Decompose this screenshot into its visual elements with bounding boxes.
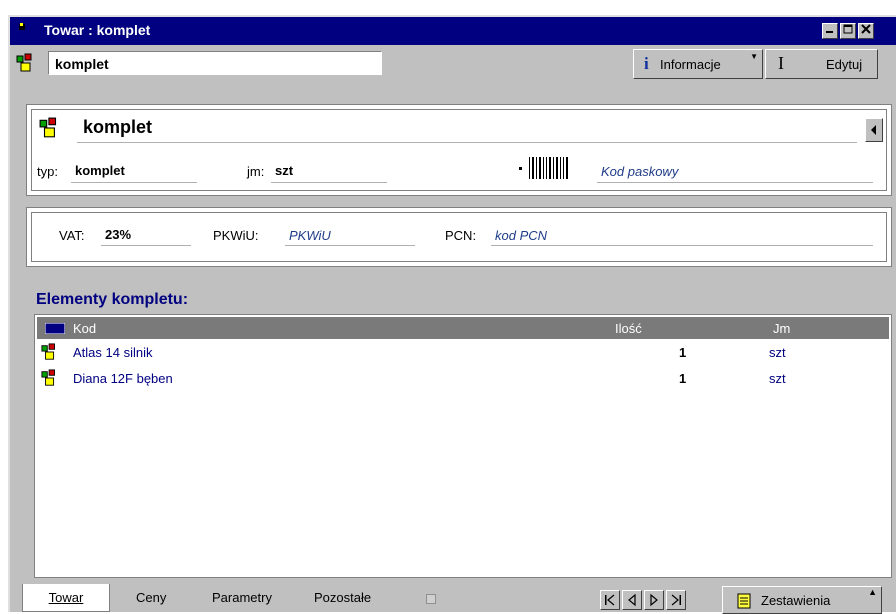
unit-underline [271, 182, 387, 183]
info-button-label: Informacje [660, 57, 721, 72]
product-window: Towar : komplet komplet i Informacje ▼ I… [8, 15, 896, 614]
type-label: typ: [37, 164, 58, 179]
product-name[interactable]: komplet [77, 117, 857, 143]
prev-record-button[interactable] [622, 590, 642, 610]
toolbar: komplet i Informacje ▼ I Edytuj [10, 45, 896, 85]
tab-pozostale-label: Pozostałe [314, 590, 372, 605]
minimize-icon [826, 31, 833, 33]
first-icon [605, 594, 615, 606]
elements-list[interactable]: Kod Ilość Jm Atlas 14 silnik 1 szt Diana… [34, 314, 892, 578]
tab-ceny[interactable]: Ceny [136, 584, 166, 612]
info-button[interactable]: i Informacje ▼ [633, 49, 763, 79]
column-select-icon [45, 323, 65, 334]
type-underline [71, 182, 197, 183]
pcn-value[interactable]: kod PCN [495, 228, 547, 243]
list-header: Kod Ilość Jm [37, 317, 889, 339]
dropdown-arrow-icon: ▼ [750, 52, 758, 61]
section-title: Elementy kompletu: [36, 291, 189, 308]
window-title: Towar : komplet [44, 22, 151, 38]
barcode-value[interactable]: Kod paskowy [601, 164, 678, 179]
last-icon [671, 594, 681, 606]
table-row[interactable]: Diana 12F bęben 1 szt [37, 367, 889, 391]
product-name-field[interactable]: komplet [48, 51, 382, 75]
tab-pozostale[interactable]: Pozostałe [314, 584, 371, 612]
row-kod: Diana 12F bęben [73, 371, 173, 386]
product-icon [41, 369, 55, 386]
tab-towar[interactable]: Towar [22, 584, 110, 612]
minimize-button[interactable] [822, 23, 838, 39]
row-ilosc: 1 [679, 345, 687, 360]
product-set-icon [16, 53, 32, 72]
tab-towar-label: Towar [48, 590, 84, 605]
row-jm: szt [769, 345, 786, 360]
unit-label: jm: [247, 164, 265, 179]
chevron-up-icon: ▲ [868, 587, 877, 597]
text-cursor-icon: I [778, 53, 784, 73]
pcn-underline [491, 245, 873, 246]
row-kod: Atlas 14 silnik [73, 345, 153, 360]
title-bar: Towar : komplet [10, 17, 896, 45]
prev-icon [628, 593, 636, 607]
last-record-button[interactable] [666, 590, 686, 610]
product-details-panel: komplet typ: komplet jm: szt Kod paskowy [26, 104, 892, 196]
column-ilosc[interactable]: Ilość [615, 321, 642, 336]
scroll-left-button[interactable] [865, 118, 883, 142]
column-jm[interactable]: Jm [773, 321, 790, 336]
table-row[interactable]: Atlas 14 silnik 1 szt [37, 341, 889, 365]
edit-button[interactable]: I Edytuj [765, 49, 878, 79]
app-icon [19, 23, 25, 30]
info-icon: i [644, 54, 649, 73]
pcn-label: PCN: [445, 228, 477, 243]
pkwiu-label: PKWiU: [213, 228, 259, 243]
product-set-icon [39, 117, 57, 138]
vat-underline [101, 245, 191, 246]
product-icon [41, 343, 55, 360]
close-icon [861, 24, 871, 34]
tab-parametry-label: Parametry [212, 590, 272, 605]
next-record-button[interactable] [644, 590, 664, 610]
notepad-icon [737, 593, 751, 609]
unit-value[interactable]: szt [275, 163, 293, 178]
tab-scroll-icon[interactable] [426, 594, 436, 604]
column-kod[interactable]: Kod [73, 321, 96, 336]
type-value[interactable]: komplet [75, 163, 125, 178]
maximize-button[interactable] [840, 23, 856, 39]
tab-parametry[interactable]: Parametry [212, 584, 272, 612]
summary-label: Zestawienia [761, 593, 831, 608]
row-jm: szt [769, 371, 786, 386]
pkwiu-underline [285, 245, 415, 246]
barcode-icon [519, 157, 568, 179]
summary-button[interactable]: Zestawienia ▲ [722, 586, 882, 614]
edit-button-label: Edytuj [826, 57, 863, 72]
tax-panel: VAT: 23% PKWiU: PKWiU PCN: kod PCN [26, 207, 892, 267]
next-icon [650, 593, 658, 607]
close-button[interactable] [858, 23, 874, 39]
pkwiu-value[interactable]: PKWiU [289, 228, 331, 243]
maximize-icon [843, 24, 853, 34]
first-record-button[interactable] [600, 590, 620, 610]
arrow-left-icon [871, 125, 876, 135]
barcode-underline [597, 182, 873, 183]
bottom-bar: Towar Ceny Parametry Pozostałe Zestawien… [10, 584, 896, 614]
vat-value[interactable]: 23% [105, 227, 131, 242]
row-ilosc: 1 [679, 371, 687, 386]
tab-ceny-label: Ceny [136, 590, 167, 605]
vat-label: VAT: [59, 228, 85, 243]
